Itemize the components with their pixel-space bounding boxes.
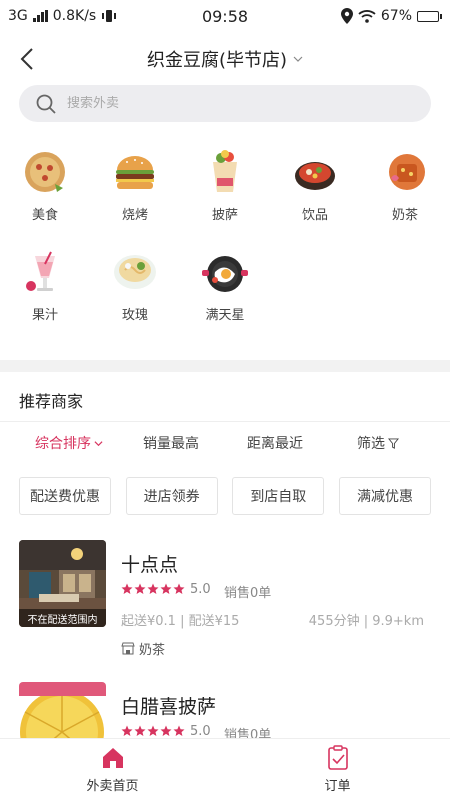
sort-label: 销量最高 bbox=[143, 436, 199, 452]
shop-thumbnail bbox=[19, 682, 106, 738]
tab-orders[interactable]: 订单 bbox=[225, 739, 450, 800]
tab-home[interactable]: 外卖首页 bbox=[0, 739, 225, 800]
filter-icon bbox=[388, 437, 399, 449]
search-bar[interactable] bbox=[19, 85, 431, 122]
category-label: 披萨 bbox=[211, 208, 238, 223]
filter-chips: 配送费优惠 进店领券 到店自取 满减优惠 bbox=[19, 477, 431, 515]
category-label: 烧烤 bbox=[121, 208, 148, 223]
battery-icon bbox=[417, 10, 442, 22]
category-naicha[interactable]: 奶茶 bbox=[370, 148, 440, 223]
status-bar: 3G 0.8K/s 09:58 67% bbox=[0, 0, 450, 32]
sort-filter[interactable]: 筛选 bbox=[357, 433, 399, 453]
hotpot-icon bbox=[295, 162, 335, 190]
section-title: 推荐商家 bbox=[19, 392, 84, 411]
search-icon bbox=[36, 94, 56, 114]
noodle-bowl-icon bbox=[114, 255, 156, 289]
shop-name: 十点点 bbox=[121, 554, 179, 576]
star-rating bbox=[121, 583, 185, 595]
star-icon bbox=[147, 583, 159, 594]
store-title: 织金豆腐(毕节店) bbox=[146, 50, 288, 71]
section-divider bbox=[0, 360, 450, 372]
category-shaokao[interactable]: 烧烤 bbox=[100, 148, 170, 223]
star-icon bbox=[121, 725, 133, 736]
star-icon bbox=[160, 583, 172, 594]
store-selector[interactable]: 织金豆腐(毕节店) bbox=[147, 46, 303, 72]
search-input[interactable] bbox=[67, 96, 387, 111]
category-yinpin[interactable]: 饮品 bbox=[280, 148, 350, 223]
star-icon bbox=[173, 725, 185, 736]
category-pisa[interactable]: 披萨 bbox=[190, 148, 260, 223]
frying-pan-icon bbox=[202, 256, 248, 292]
shop-card[interactable]: 不在配送范围内 十点点 5.0 销售0单 起送¥0.1 | 配送¥15 455分… bbox=[0, 540, 450, 670]
category-mantianxing[interactable]: 满天星 bbox=[190, 248, 260, 323]
category-label: 果汁 bbox=[31, 308, 58, 323]
pizza-icon bbox=[25, 152, 65, 192]
top-header: 织金豆腐(毕节店) bbox=[0, 38, 450, 80]
out-of-range-badge: 不在配送范围内 bbox=[19, 609, 106, 627]
vibrate-icon bbox=[102, 10, 117, 22]
category-meigui[interactable]: 玫瑰 bbox=[100, 248, 170, 323]
battery-percent: 67% bbox=[380, 8, 412, 24]
star-icon bbox=[160, 725, 172, 736]
star-icon bbox=[134, 583, 146, 594]
filter-delivery-discount[interactable]: 配送费优惠 bbox=[19, 477, 111, 515]
pizza-photo bbox=[19, 682, 106, 738]
network-speed: 0.8K/s bbox=[52, 8, 97, 24]
delivery-info: 起送¥0.1 | 配送¥15 bbox=[121, 614, 240, 629]
filter-pickup[interactable]: 到店自取 bbox=[232, 477, 325, 515]
category-label: 美食 bbox=[31, 208, 58, 223]
tab-label: 外卖首页 bbox=[86, 779, 139, 794]
wifi-icon bbox=[358, 10, 376, 23]
shop-thumbnail: 不在配送范围内 bbox=[19, 540, 106, 627]
sort-bar: 综合排序 销量最高 距离最近 筛选 bbox=[0, 433, 450, 457]
sort-composite[interactable]: 综合排序 bbox=[35, 433, 103, 453]
sales-count: 销售0单 bbox=[224, 586, 272, 601]
divider-line bbox=[0, 421, 450, 422]
category-label: 玫瑰 bbox=[121, 308, 148, 323]
location-icon bbox=[340, 8, 353, 24]
shop-category-tag: 奶茶 bbox=[121, 639, 165, 658]
filter-store-coupon[interactable]: 进店领券 bbox=[125, 477, 218, 515]
sort-label: 综合排序 bbox=[35, 436, 91, 452]
chevron-down-icon bbox=[94, 440, 103, 446]
category-guozhi[interactable]: 果汁 bbox=[10, 248, 80, 323]
sort-label: 距离最近 bbox=[247, 436, 303, 452]
juice-icon bbox=[26, 251, 55, 291]
star-icon bbox=[173, 583, 185, 594]
category-label: 满天星 bbox=[205, 308, 245, 323]
network-type: 3G bbox=[8, 8, 28, 24]
back-arrow-icon[interactable] bbox=[14, 44, 44, 74]
burger-icon bbox=[116, 156, 154, 189]
shop-name: 白腊喜披萨 bbox=[121, 696, 217, 718]
sort-distance[interactable]: 距离最近 bbox=[247, 433, 303, 453]
store-icon bbox=[121, 642, 135, 655]
star-rating bbox=[121, 725, 185, 737]
signal-icon bbox=[32, 10, 48, 22]
tag-label: 奶茶 bbox=[139, 643, 166, 658]
filter-full-reduction[interactable]: 满减优惠 bbox=[338, 477, 431, 515]
star-icon bbox=[147, 725, 159, 736]
sort-label: 筛选 bbox=[357, 436, 385, 452]
bottom-tab-bar: 外卖首页 订单 bbox=[0, 738, 450, 800]
chevron-down-icon bbox=[293, 56, 303, 62]
order-clipboard-icon bbox=[327, 745, 348, 770]
distance-info: 455分钟 | 9.9+km bbox=[308, 614, 424, 629]
home-icon bbox=[102, 748, 123, 768]
drink-cup-icon bbox=[213, 150, 237, 192]
rating-score: 5.0 bbox=[190, 724, 211, 739]
category-label: 饮品 bbox=[301, 208, 328, 223]
cake-icon bbox=[389, 154, 425, 190]
category-meishi[interactable]: 美食 bbox=[10, 148, 80, 223]
star-icon bbox=[121, 583, 133, 594]
star-icon bbox=[134, 725, 146, 736]
category-label: 奶茶 bbox=[391, 208, 418, 223]
tab-label: 订单 bbox=[324, 779, 351, 794]
shop-card[interactable]: 白腊喜披萨 5.0 销售0单 bbox=[0, 682, 450, 743]
sort-sales[interactable]: 销量最高 bbox=[143, 433, 199, 453]
rating-score: 5.0 bbox=[190, 582, 211, 597]
